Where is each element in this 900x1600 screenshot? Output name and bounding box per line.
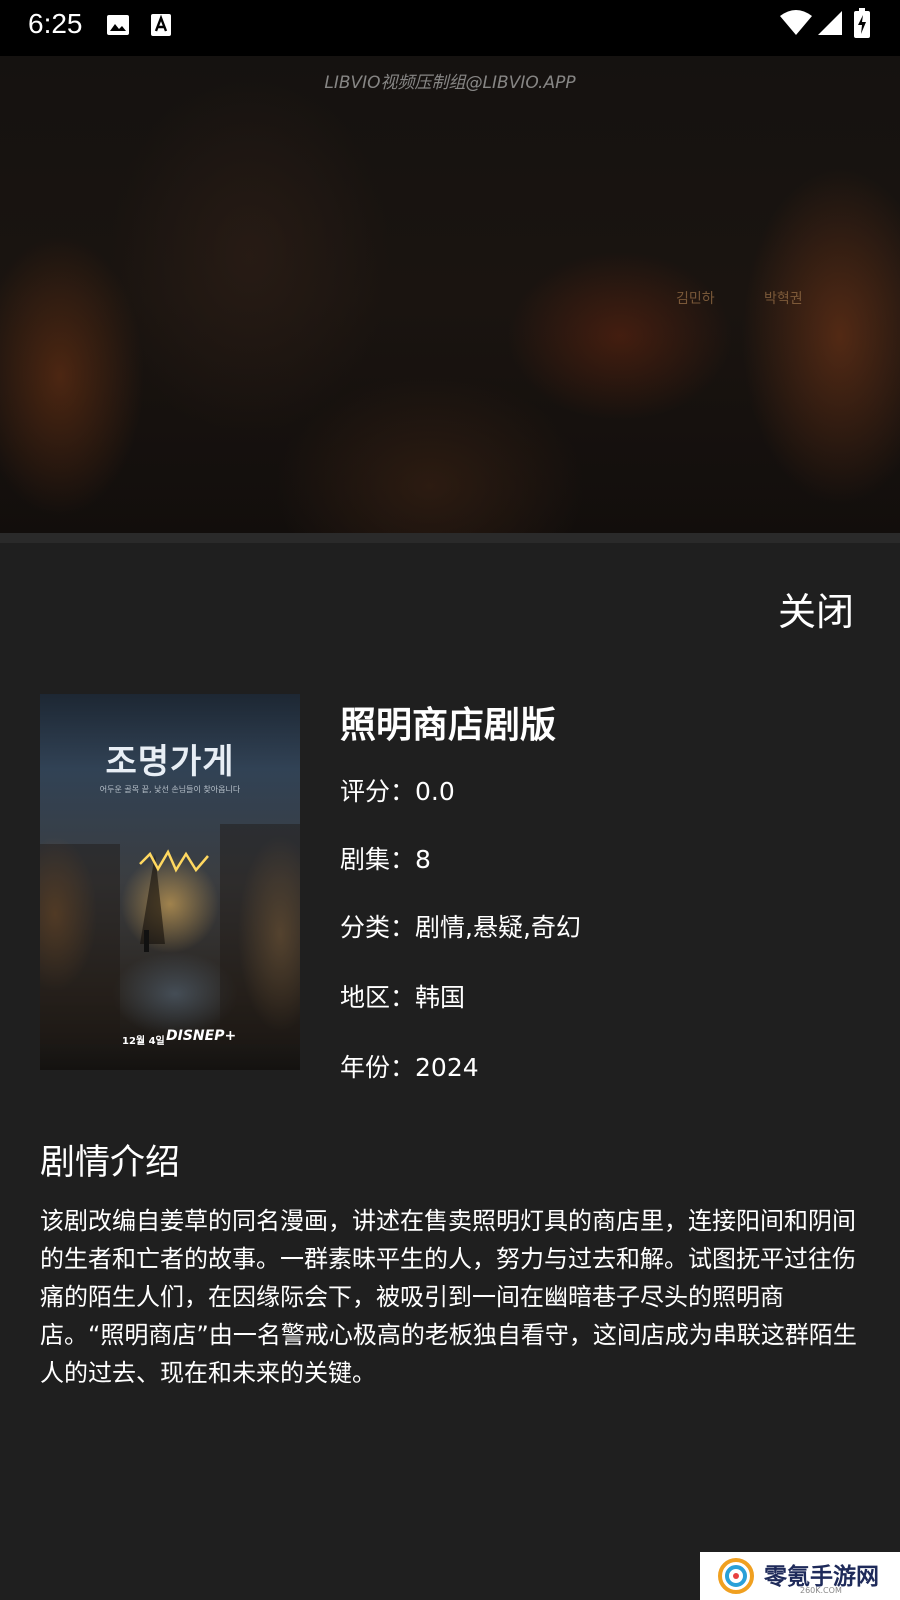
poster-image: 조명가게 어두운 골목 끝, 낯선 손님들이 찾아옵니다 12월 4일 DISN… <box>40 694 300 1070</box>
region-row: 地区：韩国 <box>340 978 465 1014</box>
signal-icon <box>818 11 842 39</box>
close-button[interactable]: 关闭 <box>772 580 860 637</box>
rating-row: 评分：0.0 <box>340 772 455 808</box>
video-watermark: LIBVIO视频压制组@LIBVIO.APP <box>324 73 576 93</box>
poster-artwork <box>40 824 300 1044</box>
video-divider <box>0 533 900 543</box>
video-credit: 박혁권 <box>764 291 803 307</box>
year-row: 年份：2024 <box>340 1048 479 1084</box>
logo-swirl-icon <box>718 1558 754 1594</box>
genre-row: 分类：剧情,悬疑,奇幻 <box>340 908 581 944</box>
show-title: 照明商店剧版 <box>340 705 557 746</box>
image-icon <box>106 13 130 41</box>
battery-charging-icon <box>854 8 870 42</box>
status-time: 6:25 <box>28 8 83 39</box>
year-label: 年份： <box>340 1053 416 1082</box>
corner-logo: 零氪手游网 260K.COM <box>700 1552 900 1600</box>
region-label: 地区： <box>340 983 416 1012</box>
synopsis-heading: 剧情介绍 <box>40 1143 181 1183</box>
synopsis-text: 该剧改编自姜草的同名漫画，讲述在售卖照明灯具的商店里，连接阳间和阴间的生者和亡者… <box>40 1207 857 1387</box>
font-download-icon <box>150 13 172 41</box>
wifi-icon <box>780 10 812 40</box>
episodes-label: 剧集： <box>340 845 416 874</box>
genre-label: 分类： <box>340 913 416 942</box>
genre-value: 剧情,悬疑,奇幻 <box>415 913 581 942</box>
year-value: 2024 <box>415 1053 479 1082</box>
episodes-value: 8 <box>415 845 431 874</box>
region-value: 韩国 <box>415 983 466 1012</box>
corner-logo-url: 260K.COM <box>800 1586 842 1595</box>
poster-brand-logo: DISNEP+ <box>166 1028 237 1044</box>
rating-label: 评分： <box>340 777 416 806</box>
episodes-row: 剧集：8 <box>340 840 431 876</box>
video-credit: 김민하 <box>676 291 715 307</box>
poster-date-text: 12월 4일 <box>122 1036 165 1047</box>
video-player[interactable]: LIBVIO视频压制组@LIBVIO.APP 김민하 박혁권 <box>0 56 900 543</box>
rating-value: 0.0 <box>415 777 455 806</box>
status-bar: 6:25 <box>0 0 900 56</box>
